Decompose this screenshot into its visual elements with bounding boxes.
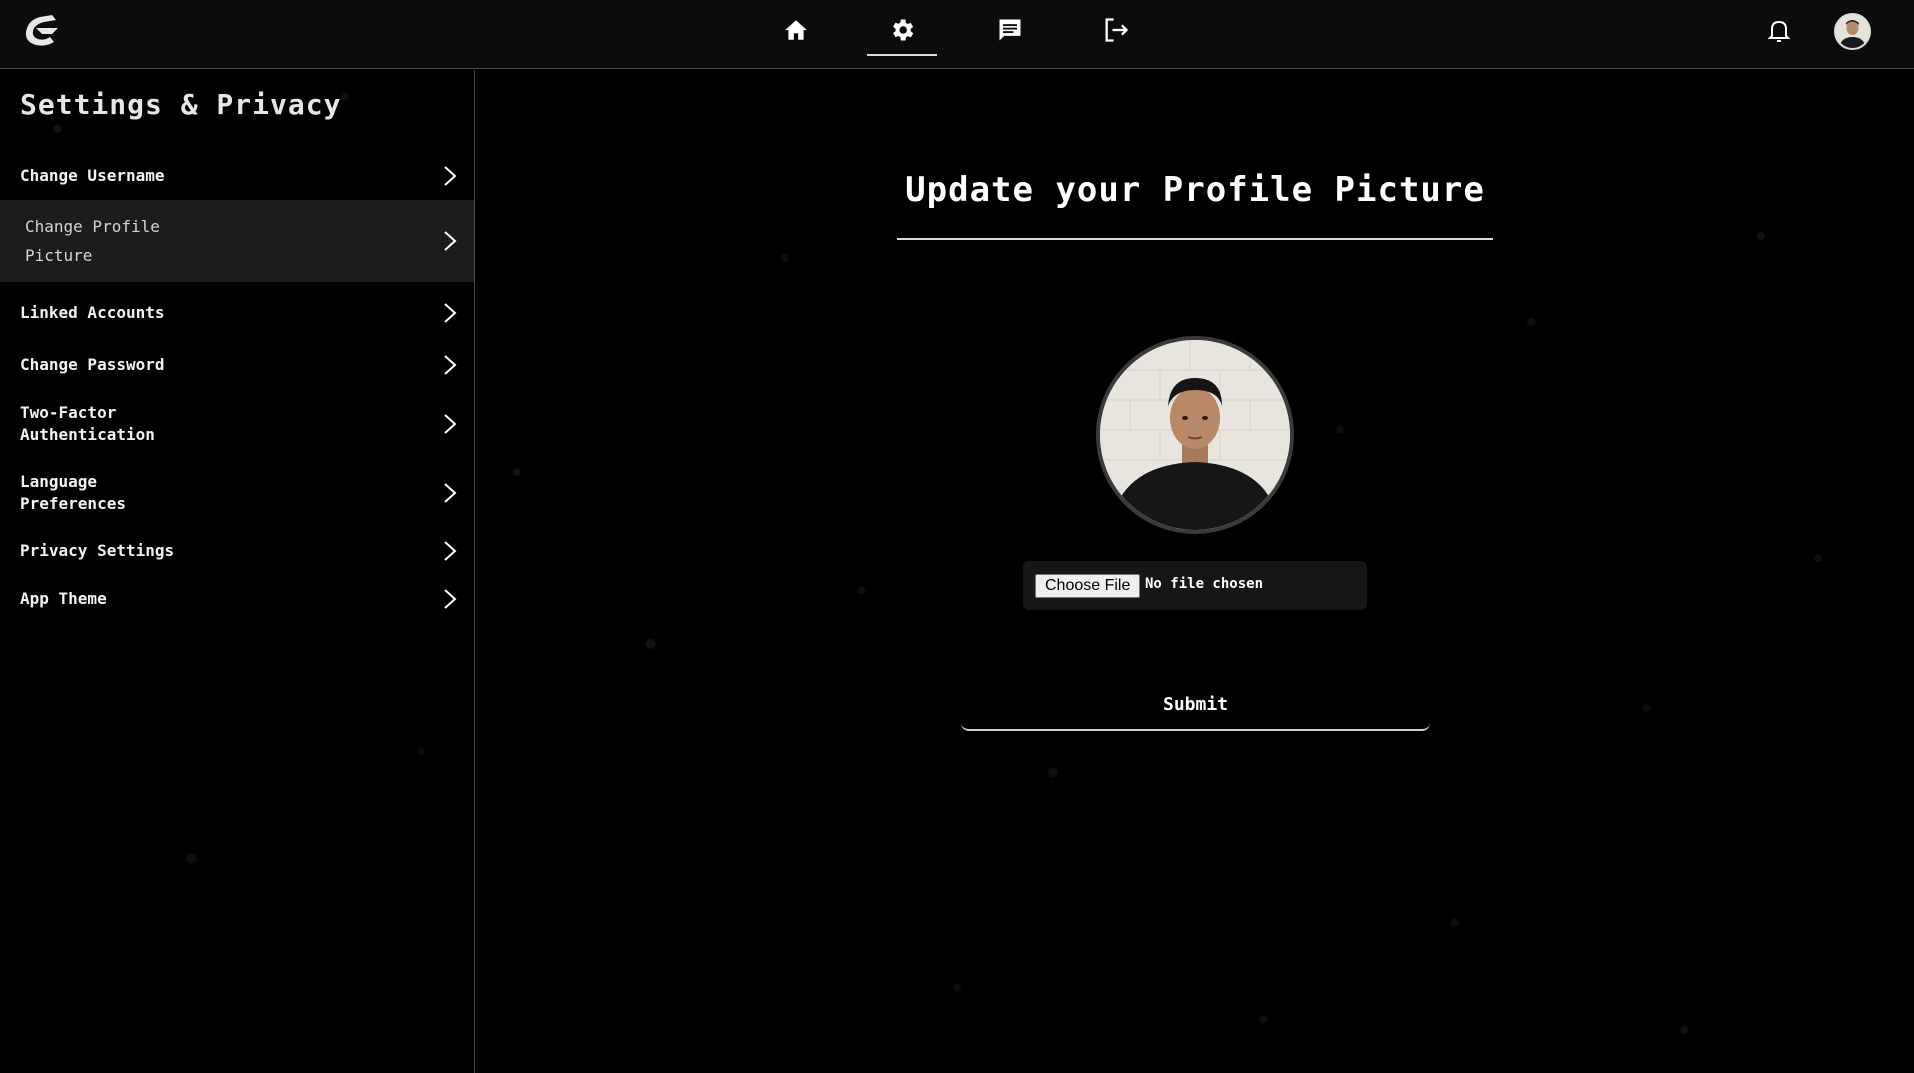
sidebar-item-label: Two-Factor Authentication — [20, 403, 155, 444]
sidebar-item-language-preferences[interactable]: Language Preferences — [0, 463, 474, 523]
sidebar-item-label: Change Password — [20, 355, 165, 374]
settings-sidebar: Settings & Privacy Change Username Chang… — [0, 70, 475, 1073]
chevron-right-icon — [444, 483, 457, 503]
sidebar-item-label: Change Profile Picture — [25, 217, 160, 265]
submit-button[interactable]: Submit — [961, 679, 1430, 731]
sidebar-title: Settings & Privacy — [20, 88, 342, 121]
sidebar-item-change-username[interactable]: Change Username — [0, 152, 474, 200]
sidebar-item-label: Linked Accounts — [20, 303, 165, 322]
profile-picture-preview — [1096, 336, 1294, 534]
sidebar-item-label: App Theme — [20, 589, 107, 608]
home-icon[interactable] — [776, 12, 816, 48]
logout-icon[interactable] — [1096, 12, 1136, 48]
sidebar-item-label: Language Preferences — [20, 472, 126, 513]
sidebar-item-two-factor-authentication[interactable]: Two-Factor Authentication — [0, 394, 474, 454]
page-title: Update your Profile Picture — [905, 170, 1485, 210]
chevron-right-icon — [444, 541, 457, 561]
title-divider — [897, 238, 1493, 240]
file-input-container: Choose File No file chosen — [1023, 561, 1367, 610]
app-logo-icon[interactable] — [22, 12, 64, 50]
sidebar-item-linked-accounts[interactable]: Linked Accounts — [0, 290, 474, 336]
chevron-right-icon — [444, 589, 457, 609]
sidebar-item-change-password[interactable]: Change Password — [0, 342, 474, 388]
top-navigation-bar — [0, 0, 1914, 69]
chevron-right-icon — [444, 414, 457, 434]
chevron-right-icon — [444, 231, 457, 251]
choose-file-button[interactable]: Choose File — [1035, 574, 1141, 598]
gear-icon[interactable] — [867, 12, 937, 56]
file-status-text: No file chosen — [1145, 576, 1264, 592]
chevron-right-icon — [444, 355, 457, 375]
sidebar-item-label: Privacy Settings — [20, 541, 175, 560]
bell-icon[interactable] — [1761, 14, 1797, 48]
sidebar-item-app-theme[interactable]: App Theme — [0, 576, 474, 622]
sidebar-item-change-profile-picture[interactable]: Change Profile Picture — [0, 200, 474, 282]
user-avatar[interactable] — [1834, 13, 1871, 50]
sidebar-item-label: Change Username — [20, 166, 165, 185]
chat-icon[interactable] — [990, 12, 1030, 48]
chevron-right-icon — [444, 303, 457, 323]
chevron-right-icon — [444, 166, 457, 186]
sidebar-item-privacy-settings[interactable]: Privacy Settings — [0, 528, 474, 574]
